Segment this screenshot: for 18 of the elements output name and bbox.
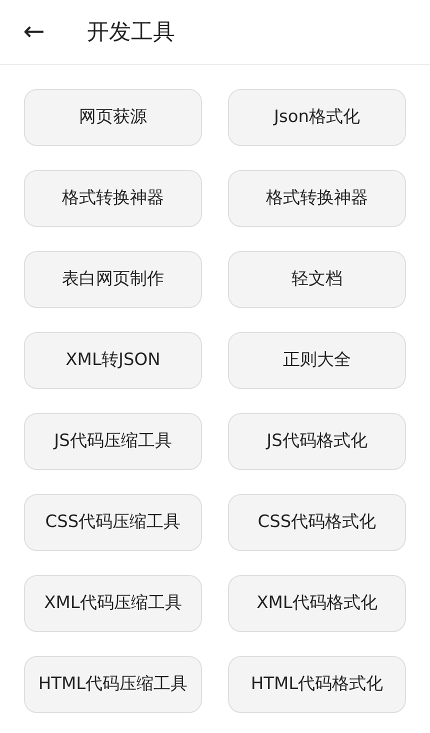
tool-button[interactable]: XML代码压缩工具	[24, 575, 202, 632]
tool-button[interactable]: JS代码格式化	[228, 413, 406, 470]
tool-button[interactable]: Json格式化	[228, 89, 406, 146]
tool-button[interactable]: CSS代码压缩工具	[24, 494, 202, 551]
tool-button[interactable]: 网页获源	[24, 89, 202, 146]
tool-button[interactable]: HTML代码压缩工具	[24, 656, 202, 713]
tool-button[interactable]: JS代码压缩工具	[24, 413, 202, 470]
tool-button[interactable]: 格式转换神器	[228, 170, 406, 227]
back-button[interactable]: ←	[20, 19, 48, 45]
tool-button[interactable]: HTML代码格式化	[228, 656, 406, 713]
tool-button[interactable]: XML转JSON	[24, 332, 202, 389]
tool-button[interactable]: 表白网页制作	[24, 251, 202, 308]
tool-button[interactable]: 轻文档	[228, 251, 406, 308]
tool-button[interactable]: 正则大全	[228, 332, 406, 389]
tool-button[interactable]: XML代码格式化	[228, 575, 406, 632]
page-title: 开发工具	[87, 19, 175, 47]
tool-button[interactable]: 格式转换神器	[24, 170, 202, 227]
tool-button[interactable]: CSS代码格式化	[228, 494, 406, 551]
